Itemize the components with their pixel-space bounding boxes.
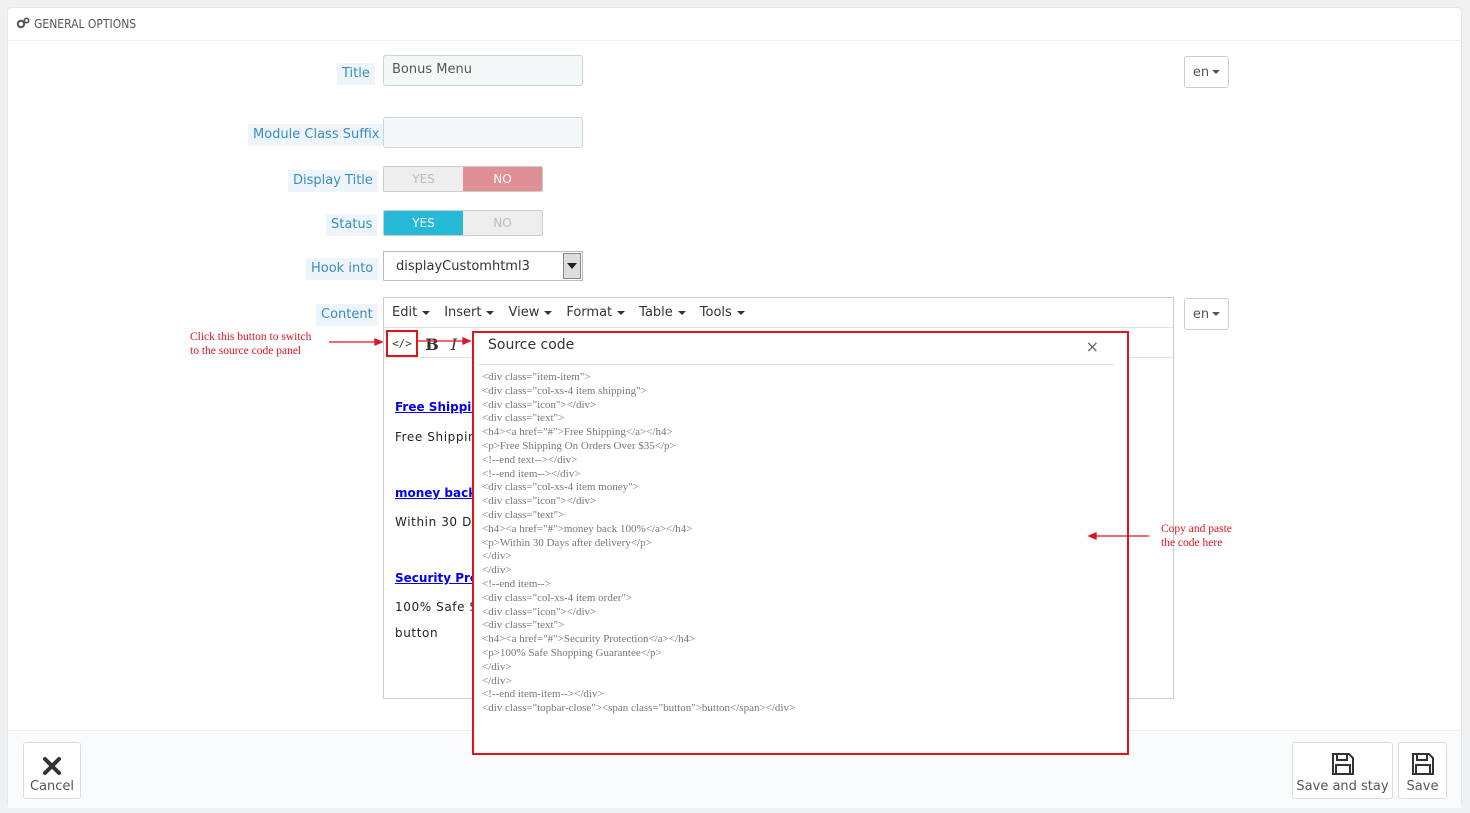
annotation-arrows xyxy=(329,337,1149,540)
